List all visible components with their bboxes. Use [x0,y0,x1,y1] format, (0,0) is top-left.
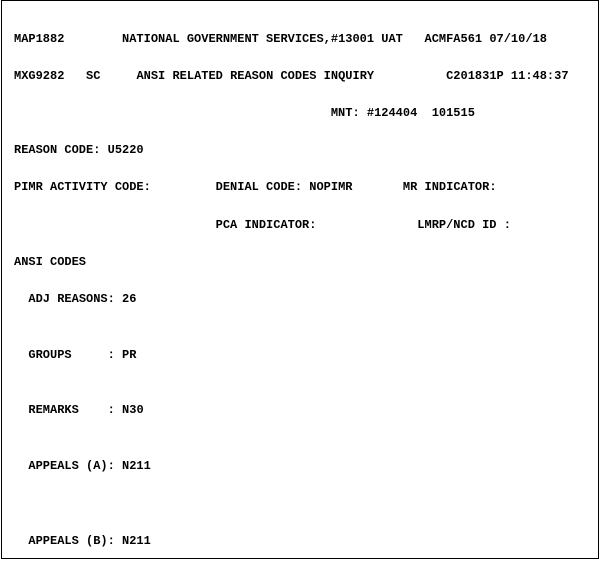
appeals-a-label: APPEALS (A): [28,459,114,473]
screen-id: MXG9282 [14,69,64,83]
pimr-activity-label: PIMR ACTIVITY CODE: [14,180,151,194]
screen-title: ANSI RELATED REASON CODES INQUIRY [136,69,374,83]
terminal-1: ACMFA561 [425,32,483,46]
denial-code-label: DENIAL CODE: [216,180,302,194]
groups-label: GROUPS [28,348,71,362]
terminal-screen: MAP1882 NATIONAL GOVERNMENT SERVICES,#13… [1,0,599,559]
ansi-codes-label: ANSI CODES [14,255,86,269]
mnt-num: #124404 [367,106,417,120]
remarks-label: REMARKS [28,403,78,417]
mnt-label: MNT: [331,106,360,120]
appeals-a-value[interactable]: N211 [122,459,151,473]
mr-indicator-label: MR INDICATOR: [403,180,497,194]
map-id: MAP1882 [14,32,64,46]
pca-indicator-label: PCA INDICATOR: [216,218,317,232]
org-name: NATIONAL GOVERNMENT SERVICES,#13001 UAT [122,32,403,46]
mnt-time: 101515 [432,106,475,120]
time: 11:48:37 [511,69,569,83]
terminal-2: C201831P [446,69,504,83]
sc-label: SC [86,69,100,83]
reason-code-value[interactable]: U5220 [108,143,144,157]
appeals-b-value[interactable]: N211 [122,534,151,548]
date: 07/10/18 [489,32,547,46]
adj-reasons-value[interactable]: 26 [122,292,136,306]
appeals-b-label: APPEALS (B): [28,534,114,548]
adj-reasons-label: ADJ REASONS: [28,292,114,306]
reason-code-label: REASON CODE: [14,143,100,157]
groups-value[interactable]: PR [122,348,136,362]
remarks-value[interactable]: N30 [122,403,144,417]
denial-code-value[interactable]: NOPIMR [309,180,352,194]
lmrp-ncd-label: LMRP/NCD ID : [417,218,511,232]
